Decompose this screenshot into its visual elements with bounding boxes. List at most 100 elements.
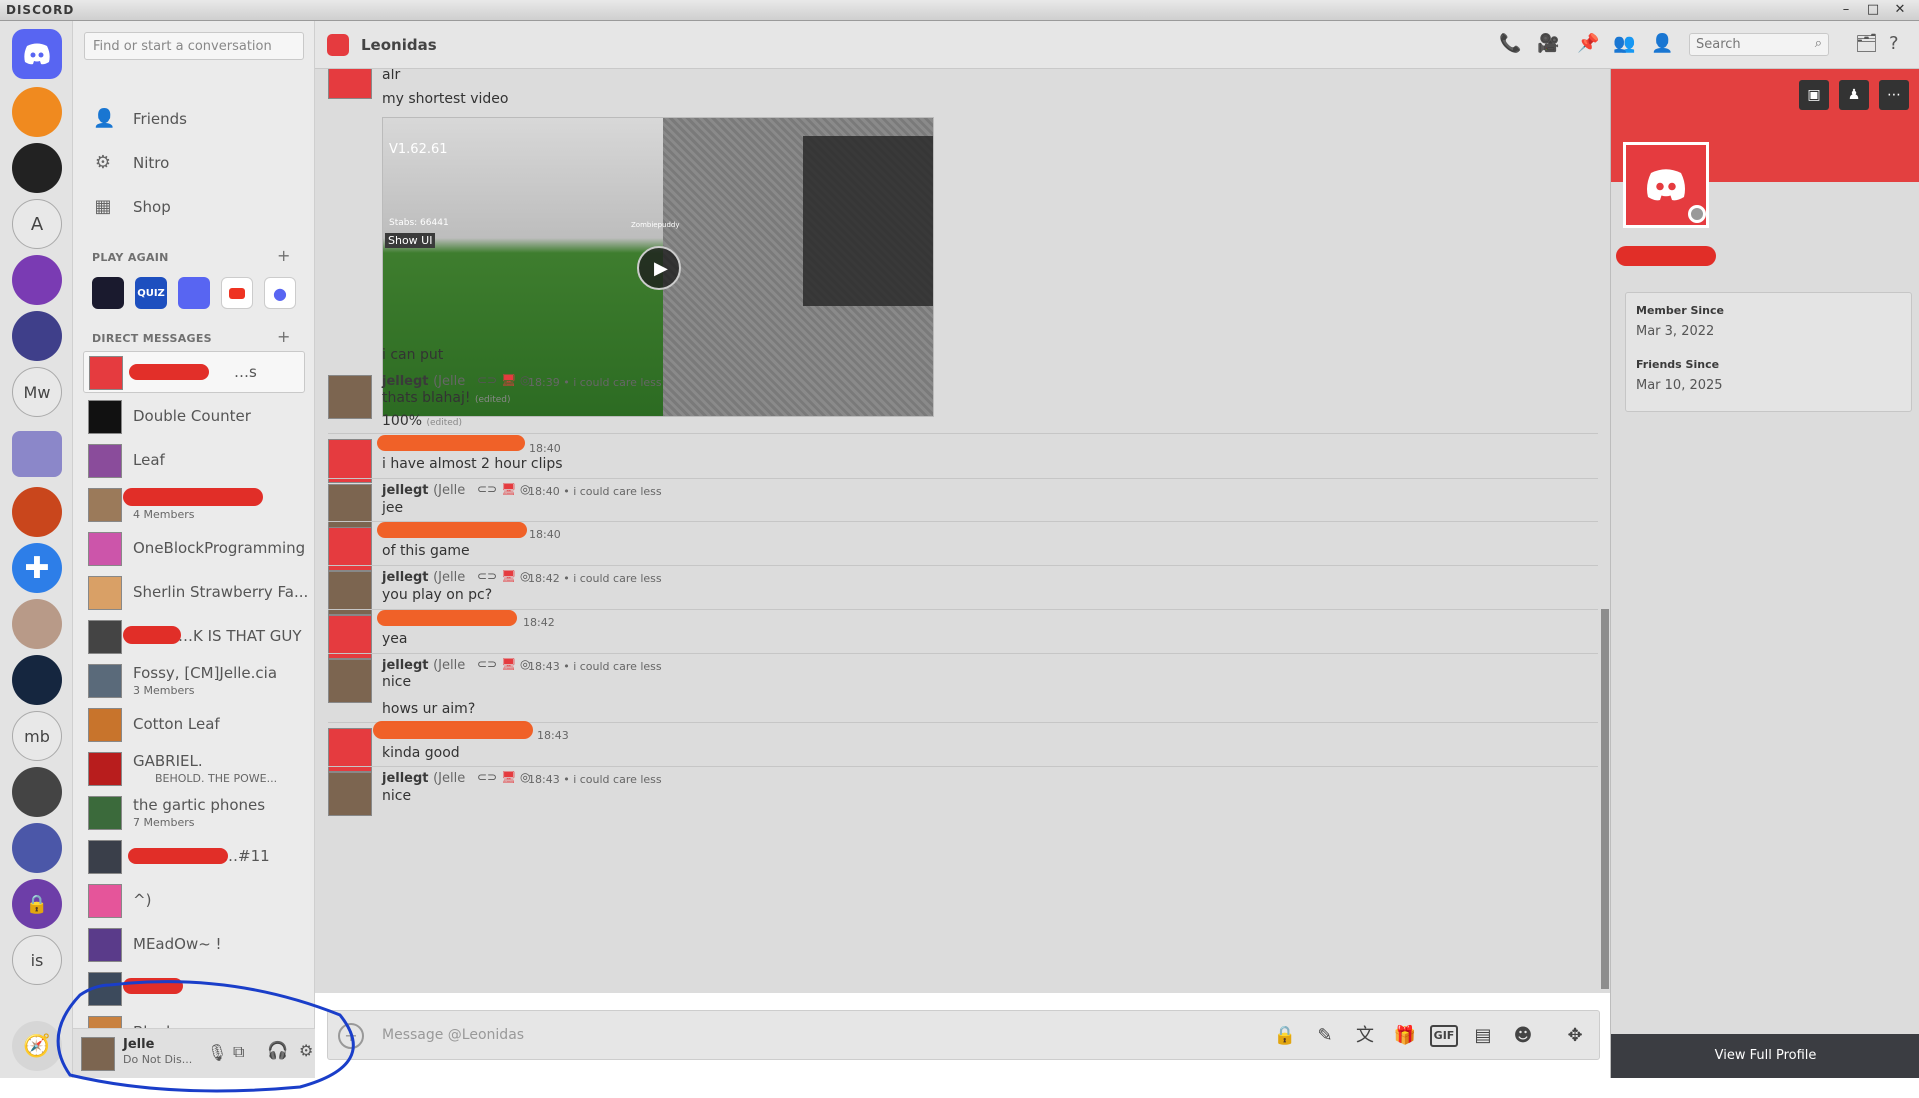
dm-name: …K IS THAT GUY bbox=[178, 627, 302, 645]
server-icon[interactable] bbox=[12, 143, 62, 193]
dm-item[interactable]: …#11 bbox=[83, 836, 305, 878]
line: 100% bbox=[382, 413, 423, 429]
member-since-label: Member Since bbox=[1636, 304, 1724, 317]
pin-icon[interactable]: 📌 bbox=[1577, 33, 1599, 54]
server-initials[interactable]: Mw bbox=[12, 367, 62, 417]
server-icon[interactable] bbox=[12, 487, 62, 537]
message-text: jee bbox=[382, 500, 404, 516]
member-since-value: Mar 3, 2022 bbox=[1636, 324, 1715, 339]
app-icon-quiz[interactable]: QUIZ bbox=[135, 277, 167, 309]
app-icon-meme[interactable] bbox=[92, 277, 124, 309]
video-call-icon[interactable]: 🎥 bbox=[1537, 33, 1559, 54]
nickname: (Jelle bbox=[433, 570, 466, 585]
server-lock-icon[interactable]: 🔒 bbox=[12, 879, 62, 929]
server-icon[interactable] bbox=[12, 599, 62, 649]
avatar bbox=[88, 400, 122, 434]
annotation-circle bbox=[56, 980, 355, 1093]
server-icon[interactable] bbox=[12, 767, 62, 817]
server-icon[interactable] bbox=[12, 255, 62, 305]
emoji-icon[interactable]: ☻ bbox=[1510, 1023, 1536, 1049]
nitro-icon: ⚙ bbox=[94, 152, 112, 173]
gif-button[interactable]: GIF bbox=[1430, 1025, 1458, 1047]
discord-window: DISCORD – □ ✕ A Mw ✚ mb 🔒 is 🧭 Find or s… bbox=[0, 0, 1919, 1098]
nav-nitro[interactable]: ⚙ Nitro bbox=[93, 147, 169, 179]
dm-item[interactable]: Leaf bbox=[83, 440, 305, 482]
nav-label: Friends bbox=[133, 110, 187, 128]
divider bbox=[328, 478, 1598, 479]
video-show-ui: Show UI bbox=[385, 233, 436, 248]
add-friend-icon[interactable]: ♟ bbox=[1839, 80, 1869, 110]
dm-item[interactable]: Cotton Leaf bbox=[83, 704, 305, 746]
search-input[interactable]: Search ⌕ bbox=[1689, 33, 1829, 56]
custom-status: i could care less bbox=[573, 572, 662, 585]
sticker-icon[interactable]: ▤ bbox=[1470, 1023, 1496, 1049]
dm-item[interactable]: 4 Members bbox=[83, 484, 305, 526]
divider bbox=[328, 653, 1598, 654]
avatar bbox=[88, 840, 122, 874]
more-options-icon[interactable]: ⋯ bbox=[1879, 80, 1909, 110]
play-again-add-button[interactable]: + bbox=[277, 246, 290, 265]
dm-item[interactable]: ^) bbox=[83, 880, 305, 922]
dm-item[interactable]: …s bbox=[83, 351, 305, 393]
app-icon-discord[interactable] bbox=[178, 277, 210, 309]
avatar bbox=[328, 772, 372, 816]
dm-item[interactable]: …K IS THAT GUY bbox=[83, 616, 305, 658]
server-initials[interactable]: mb bbox=[12, 711, 62, 761]
no-pen-icon[interactable]: ✎ bbox=[1312, 1023, 1338, 1049]
dm-item[interactable]: Double Counter bbox=[83, 396, 305, 438]
profile-toggle-icon[interactable]: 👤 bbox=[1651, 33, 1673, 54]
timestamp: 18:40 • i could care less bbox=[528, 485, 662, 498]
username-text: jellegt bbox=[382, 658, 429, 673]
dm-item[interactable]: Fossy, [CM]Jelle.cia 3 Members bbox=[83, 660, 305, 702]
dm-sidebar: Find or start a conversation 👤 Friends ⚙… bbox=[73, 21, 315, 1078]
app-icon-amogus[interactable]: ● bbox=[264, 277, 296, 309]
view-full-profile-button[interactable]: View Full Profile bbox=[1611, 1034, 1919, 1078]
close-button[interactable]: ✕ bbox=[1889, 1, 1911, 19]
avatar bbox=[88, 488, 122, 522]
discord-logo-icon bbox=[1647, 169, 1685, 201]
server-icon[interactable] bbox=[12, 87, 62, 137]
member-info-box: Member Since Mar 3, 2022 Friends Since M… bbox=[1625, 292, 1912, 412]
avatar bbox=[88, 884, 122, 918]
lock-icon[interactable]: 🔒 bbox=[1272, 1023, 1298, 1049]
note-icon[interactable]: ▣ bbox=[1799, 80, 1829, 110]
server-icon[interactable]: ✚ bbox=[12, 543, 62, 593]
server-icon[interactable] bbox=[12, 311, 62, 361]
video-attachment[interactable]: V1.62.61 Stabs: 66441 Show UI Zombiepudd… bbox=[382, 117, 934, 417]
play-button[interactable]: ▶ bbox=[637, 246, 681, 290]
dm-item[interactable]: OneBlockProgramming bbox=[83, 528, 305, 570]
server-rail: A Mw ✚ mb 🔒 is 🧭 bbox=[0, 21, 73, 1078]
home-button[interactable] bbox=[12, 29, 62, 79]
chat-scrollbar[interactable] bbox=[1600, 69, 1610, 993]
translate-icon[interactable]: 文 bbox=[1352, 1023, 1378, 1049]
dm-item[interactable]: Sherlin Strawberry Fa... bbox=[83, 572, 308, 614]
username-text: jellegt bbox=[382, 483, 429, 498]
nav-friends[interactable]: 👤 Friends bbox=[93, 103, 187, 135]
gift-icon[interactable]: 🎁 bbox=[1392, 1023, 1418, 1049]
server-icon[interactable] bbox=[12, 823, 62, 873]
apps-icon[interactable]: ✥ bbox=[1562, 1023, 1588, 1049]
message-composer[interactable]: + Message @Leonidas 🔒 ✎ 文 🎁 GIF ▤ ☻ ✥ bbox=[327, 1010, 1600, 1060]
server-initials[interactable]: A bbox=[12, 199, 62, 249]
scroll-thumb[interactable] bbox=[1601, 609, 1609, 989]
dm-search-input[interactable]: Find or start a conversation bbox=[84, 32, 304, 60]
avatar bbox=[88, 664, 122, 698]
inbox-icon[interactable]: 🗂 bbox=[1855, 33, 1878, 54]
nav-shop[interactable]: ▦ Shop bbox=[93, 191, 170, 223]
video-stabs: Stabs: 66441 bbox=[389, 218, 449, 228]
timestamp: 18:43 bbox=[537, 729, 569, 742]
call-icon[interactable]: 📞 bbox=[1499, 33, 1521, 54]
maximize-button[interactable]: □ bbox=[1862, 1, 1884, 19]
server-folder[interactable] bbox=[12, 431, 62, 477]
dm-item[interactable]: the gartic phones 7 Members bbox=[83, 792, 305, 834]
minimize-button[interactable]: – bbox=[1835, 1, 1857, 19]
dm-item[interactable]: GABRIEL. BEHOLD. THE POWE... bbox=[83, 748, 305, 790]
server-icon[interactable] bbox=[12, 655, 62, 705]
dm-item[interactable]: MEadOw~ ! bbox=[83, 924, 305, 966]
avatar bbox=[328, 69, 372, 99]
app-icon-youtube[interactable] bbox=[221, 277, 253, 309]
add-friend-icon[interactable]: 👥 bbox=[1613, 33, 1635, 54]
help-icon[interactable]: ? bbox=[1889, 33, 1899, 54]
new-dm-button[interactable]: + bbox=[277, 327, 290, 346]
dm-name: GABRIEL. bbox=[133, 752, 203, 770]
